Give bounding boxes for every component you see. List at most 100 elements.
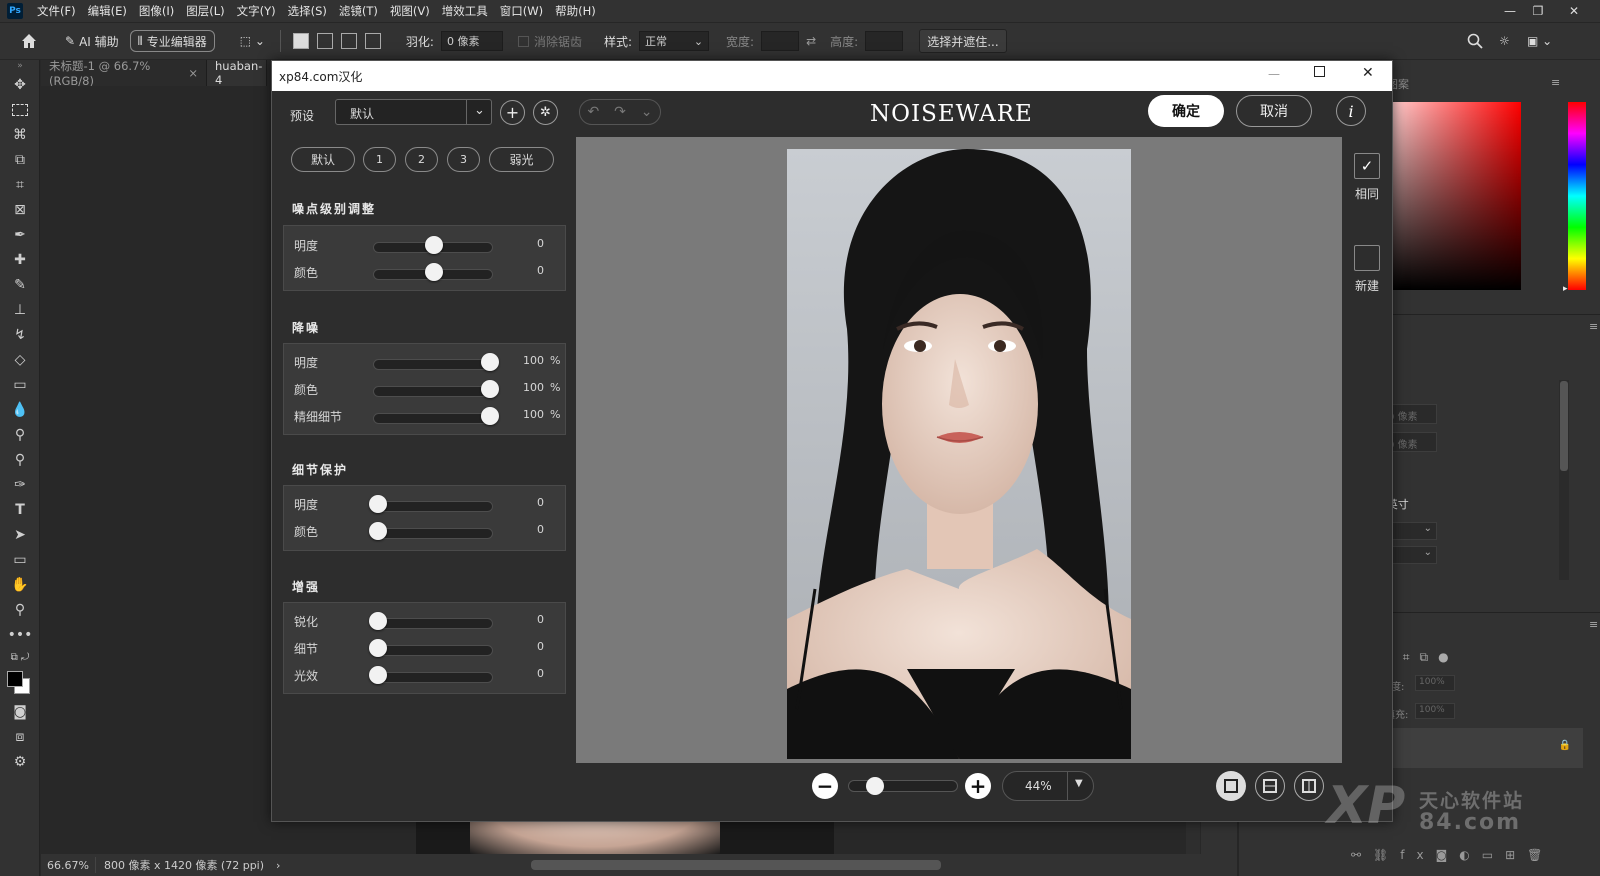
slider-track[interactable]: [373, 645, 493, 656]
slider-track[interactable]: [373, 618, 493, 629]
edit-toolbar-icon[interactable]: ⚙: [0, 749, 40, 774]
menu-select[interactable]: 选择(S): [282, 0, 333, 22]
search-icon[interactable]: [1460, 29, 1490, 53]
cancel-button[interactable]: 取消: [1236, 95, 1312, 127]
confirm-button[interactable]: 确定: [1148, 95, 1224, 127]
menu-filter[interactable]: 滤镜(T): [333, 0, 384, 22]
marquee-preset-icon[interactable]: ⬚ ⌄: [233, 29, 272, 53]
new-selection-icon[interactable]: [292, 33, 309, 49]
move-tool-icon[interactable]: ✥: [0, 72, 40, 97]
menu-layer[interactable]: 图层(L): [180, 0, 230, 22]
dodge-tool-icon[interactable]: ⚲: [0, 422, 40, 447]
slider-track[interactable]: [373, 359, 493, 370]
eyedropper-tool-icon[interactable]: ✒: [0, 222, 40, 247]
panel-menu-icon[interactable]: ≡: [1551, 76, 1560, 89]
slider-thumb[interactable]: [369, 522, 387, 540]
zoom-slider-thumb[interactable]: [866, 777, 884, 795]
slider-thumb[interactable]: [481, 407, 499, 425]
zoom-select[interactable]: 44% ▼: [1002, 771, 1094, 801]
antialias-checkbox[interactable]: 消除锯齿: [511, 29, 589, 53]
menu-file[interactable]: 文件(F): [31, 0, 82, 22]
properties-scrollbar[interactable]: [1559, 380, 1569, 580]
gear-icon[interactable]: ✲: [533, 100, 558, 125]
close-icon[interactable]: ✕: [1560, 0, 1588, 22]
add-preset-icon[interactable]: +: [500, 100, 525, 125]
preview-area[interactable]: [576, 137, 1342, 763]
more-tools-icon[interactable]: •••: [0, 622, 40, 647]
split-vertical-button[interactable]: [1294, 771, 1324, 801]
slider-track[interactable]: [373, 528, 493, 539]
swap-colors-icon[interactable]: ⧉ ⤾: [0, 647, 40, 667]
hand-tool-icon[interactable]: ✋: [0, 572, 40, 597]
slider-thumb[interactable]: [481, 353, 499, 371]
pro-editor-button[interactable]: ⫴ 专业编辑器: [129, 30, 215, 52]
preset-button-3[interactable]: 3: [447, 147, 480, 172]
brush-tool-icon[interactable]: ✎: [0, 272, 40, 297]
tab-untitled[interactable]: 未标题-1 @ 66.7%(RGB/8) ×: [41, 59, 207, 88]
crop-tool-icon[interactable]: ⌗: [0, 172, 40, 197]
width-input[interactable]: [761, 31, 800, 51]
restore-icon[interactable]: ❐: [1524, 0, 1552, 22]
gradient-tool-icon[interactable]: ▭: [0, 372, 40, 397]
object-select-tool-icon[interactable]: ⌘: [0, 122, 40, 147]
rectangle-tool-icon[interactable]: ▭: [0, 547, 40, 572]
select-and-mask-button[interactable]: 选择并遮住...: [919, 29, 1007, 53]
panel-menu-icon[interactable]: ≡: [1589, 618, 1598, 631]
minimize-icon[interactable]: —: [1496, 0, 1524, 22]
menu-edit[interactable]: 编辑(E): [82, 0, 133, 22]
single-view-button[interactable]: [1216, 771, 1246, 801]
horizontal-scrollbar[interactable]: [531, 860, 941, 870]
same-checkbox[interactable]: ✓: [1354, 153, 1380, 179]
intersect-selection-icon[interactable]: [364, 33, 381, 49]
scrollbar-thumb[interactable]: [1560, 381, 1568, 471]
quick-select-tool-icon[interactable]: ⧉: [0, 147, 40, 172]
slider-track[interactable]: [373, 672, 493, 683]
layer-actions-icons[interactable]: ⚯⛓fx◙◐▭⊞🗑: [1351, 848, 1554, 862]
quick-mask-icon[interactable]: ◙: [0, 699, 40, 724]
swap-icon[interactable]: ⇄: [799, 29, 823, 53]
menu-help[interactable]: 帮助(H): [549, 0, 602, 22]
pen-tool-icon[interactable]: ✑: [0, 472, 40, 497]
home-icon[interactable]: [0, 29, 58, 53]
preset-button-1[interactable]: 1: [363, 147, 396, 172]
preset-button-2[interactable]: 2: [405, 147, 438, 172]
height-input[interactable]: [865, 31, 904, 51]
lightbulb-icon[interactable]: ☼: [1492, 29, 1517, 53]
ai-assist-button[interactable]: ✎ AI 辅助: [58, 29, 126, 53]
redo-icon[interactable]: ↷: [614, 104, 626, 120]
preset-button-lowlight[interactable]: 弱光: [489, 147, 554, 172]
slider-thumb[interactable]: [369, 639, 387, 657]
layer-row[interactable]: 🔒: [1361, 728, 1583, 768]
new-checkbox[interactable]: [1354, 245, 1380, 271]
workspace-icon[interactable]: ▣ ⌄: [1520, 29, 1559, 53]
menu-type[interactable]: 文字(Y): [231, 0, 282, 22]
split-horizontal-button[interactable]: [1255, 771, 1285, 801]
hue-slider[interactable]: [1568, 102, 1586, 290]
subtract-selection-icon[interactable]: [340, 33, 357, 49]
marquee-tool-icon[interactable]: [0, 97, 40, 122]
history-brush-icon[interactable]: ↯: [0, 322, 40, 347]
zoom-in-icon[interactable]: +: [965, 773, 991, 799]
zoom-readout[interactable]: 66.67%: [41, 859, 95, 872]
eraser-tool-icon[interactable]: ◇: [0, 347, 40, 372]
fill-input[interactable]: 100%: [1415, 703, 1455, 719]
preset-select[interactable]: 默认 ⌄: [335, 99, 492, 125]
zoom-out-icon[interactable]: −: [812, 773, 838, 799]
slider-thumb[interactable]: [425, 263, 443, 281]
menu-image[interactable]: 图像(I): [133, 0, 180, 22]
collapse-icon[interactable]: »: [0, 60, 40, 72]
info-button[interactable]: i: [1336, 96, 1366, 126]
path-select-tool-icon[interactable]: ➤: [0, 522, 40, 547]
smudge-tool-icon[interactable]: ⚲: [0, 447, 40, 472]
foreground-color-swatch[interactable]: [7, 671, 23, 687]
style-select[interactable]: 正常 ⌄: [639, 31, 710, 51]
zoom-slider-track[interactable]: [848, 780, 958, 792]
healing-tool-icon[interactable]: ✚: [0, 247, 40, 272]
preset-button-default[interactable]: 默认: [291, 147, 355, 172]
menu-plugins[interactable]: 增效工具: [436, 0, 494, 22]
history-menu-icon[interactable]: ⌄: [641, 104, 653, 120]
stamp-tool-icon[interactable]: ⊥: [0, 297, 40, 322]
slider-thumb[interactable]: [369, 495, 387, 513]
frame-tool-icon[interactable]: ⊠: [0, 197, 40, 222]
slider-thumb[interactable]: [481, 380, 499, 398]
